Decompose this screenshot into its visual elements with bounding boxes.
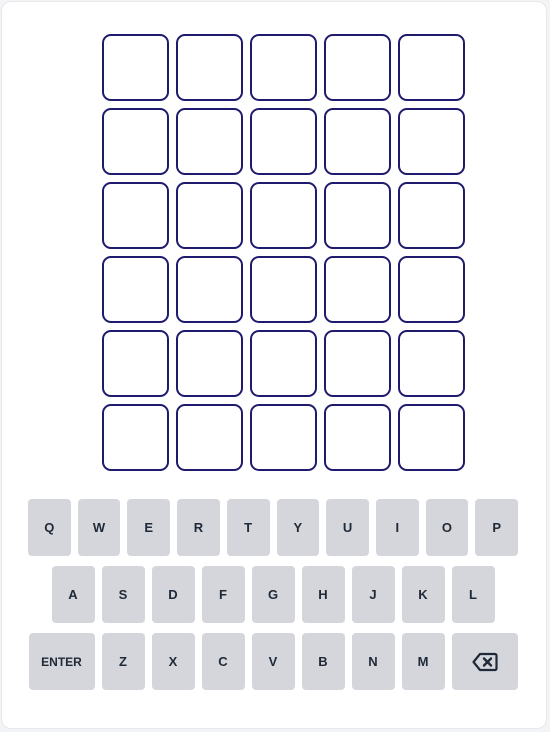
board-tile — [102, 256, 169, 323]
enter-key[interactable]: ENTER — [28, 633, 95, 690]
key-o[interactable]: O — [425, 499, 469, 556]
key-g[interactable]: G — [251, 566, 295, 623]
key-u[interactable]: U — [326, 499, 369, 556]
board-tile — [176, 256, 243, 323]
key-n[interactable]: N — [351, 633, 395, 690]
key-w[interactable]: W — [77, 499, 121, 556]
key-r[interactable]: R — [177, 499, 220, 556]
board-tile — [250, 182, 317, 249]
key-f[interactable]: F — [201, 566, 245, 623]
key-i[interactable]: I — [375, 499, 419, 556]
key-z[interactable]: Z — [101, 633, 145, 690]
keyboard-row: ENTER Z X C V B N M — [28, 633, 518, 690]
key-j[interactable]: J — [351, 566, 395, 623]
board-tile — [398, 404, 465, 471]
key-a[interactable]: A — [51, 566, 95, 623]
board-tile — [250, 108, 317, 175]
key-h[interactable]: H — [301, 566, 345, 623]
backspace-icon — [471, 652, 498, 671]
on-screen-keyboard: Q W E R T Y U I O P A S D F G H J K L ENTER Z X C V B N M — [27, 499, 519, 700]
board-tile — [250, 34, 317, 101]
board-tile — [324, 182, 391, 249]
key-d[interactable]: D — [151, 566, 195, 623]
board-tile — [250, 404, 317, 471]
board-tile — [176, 108, 243, 175]
board-tile — [102, 404, 169, 471]
board-tile — [102, 330, 169, 397]
key-c[interactable]: C — [201, 633, 245, 690]
key-s[interactable]: S — [101, 566, 145, 623]
backspace-key[interactable] — [451, 633, 518, 690]
board-tile — [324, 330, 391, 397]
board-tile — [398, 34, 465, 101]
board-tile — [324, 256, 391, 323]
key-l[interactable]: L — [451, 566, 495, 623]
board-tile — [176, 182, 243, 249]
board-tile — [324, 34, 391, 101]
keyboard-row: QWERTYUIOP — [27, 499, 519, 556]
board-tile — [250, 256, 317, 323]
board-tile — [102, 34, 169, 101]
key-p[interactable]: P — [475, 499, 519, 556]
key-e[interactable]: E — [127, 499, 171, 556]
board-tile — [324, 108, 391, 175]
board-tile — [398, 108, 465, 175]
board-tile — [398, 330, 465, 397]
key-k[interactable]: K — [401, 566, 445, 623]
key-v[interactable]: V — [251, 633, 295, 690]
game-board — [102, 34, 465, 471]
board-tile — [102, 182, 169, 249]
board-tile — [176, 330, 243, 397]
key-t[interactable]: T — [226, 499, 270, 556]
board-tile — [324, 404, 391, 471]
board-tile — [176, 34, 243, 101]
key-x[interactable]: X — [151, 633, 195, 690]
board-tile — [250, 330, 317, 397]
key-q[interactable]: Q — [27, 499, 71, 556]
game-card: Q W E R T Y U I O P A S D F G H J K L ENTER Z X C V B N M — [1, 1, 547, 729]
board-tile — [102, 108, 169, 175]
key-b[interactable]: B — [301, 633, 345, 690]
keyboard-row: ASDFGHJKL — [28, 566, 518, 623]
board-tile — [398, 182, 465, 249]
board-tile — [176, 404, 243, 471]
key-y[interactable]: Y — [276, 499, 320, 556]
key-m[interactable]: M — [401, 633, 445, 690]
board-tile — [398, 256, 465, 323]
